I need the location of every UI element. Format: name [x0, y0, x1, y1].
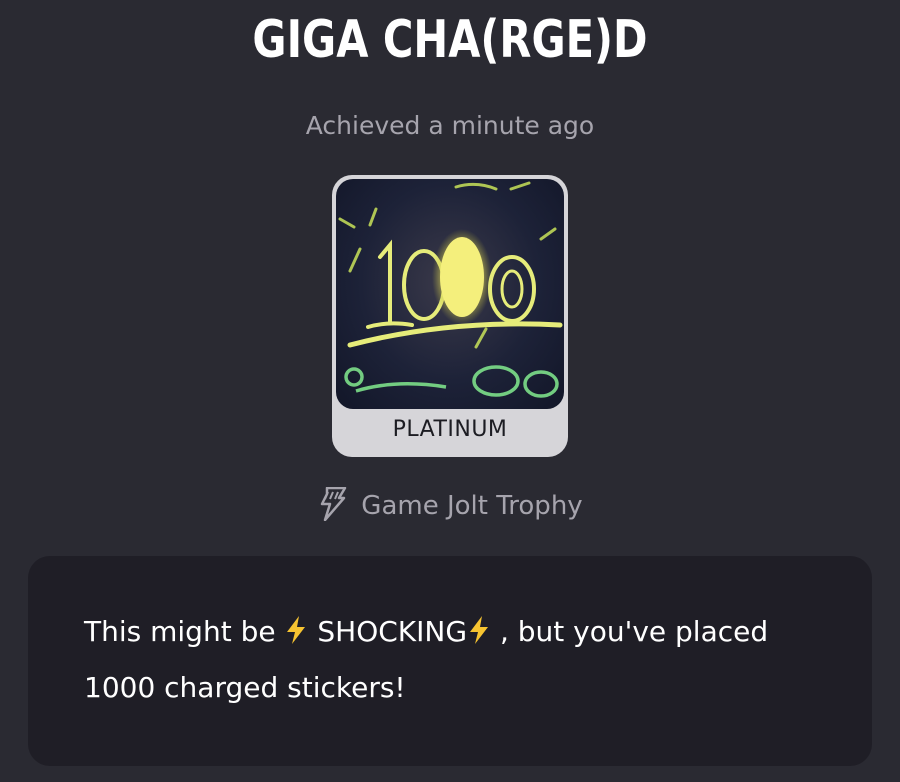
lightning-emoji-icon: [284, 610, 308, 662]
trophy-source: Game Jolt Trophy: [0, 486, 900, 526]
source-label: Game Jolt Trophy: [361, 491, 583, 521]
trophy-artwork: 1000: [338, 181, 563, 406]
lightning-emoji-icon: [467, 610, 491, 662]
description-part-2: SHOCKING: [308, 615, 468, 648]
tier-label: PLATINUM: [392, 417, 508, 442]
description-text: This might be SHOCKING , but you've plac…: [84, 606, 844, 714]
game-jolt-bolt-icon: [317, 486, 347, 525]
trophy-image-number: 1000: [450, 404, 453, 406]
trophy-image: 1000: [336, 179, 564, 409]
trophy-badge[interactable]: 1000 PLATINUM: [332, 175, 568, 457]
trophy-title: GIGA CHA(RGE)D: [252, 10, 648, 70]
description-part-1: This might be: [84, 615, 285, 648]
achieved-timestamp: Achieved a minute ago: [305, 111, 595, 140]
description-card: This might be SHOCKING , but you've plac…: [28, 556, 872, 766]
